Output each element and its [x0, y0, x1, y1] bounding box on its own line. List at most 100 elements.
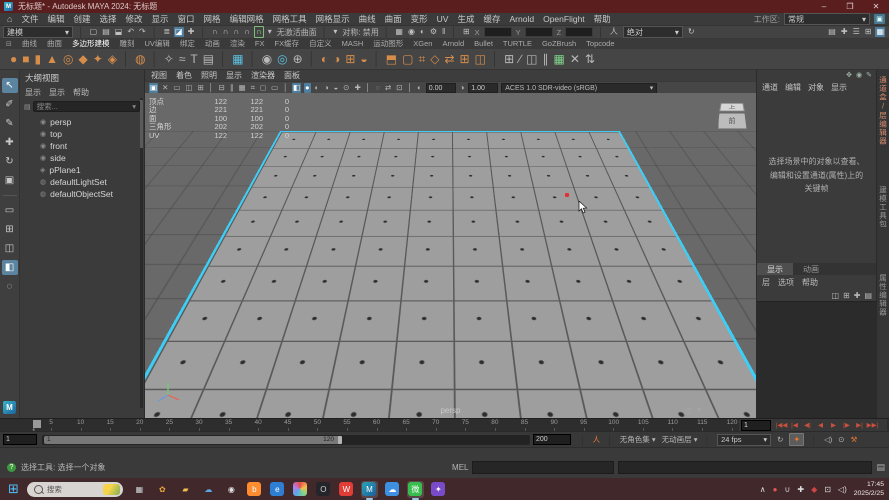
snap-arrow-icon[interactable]: ▾: [267, 27, 273, 37]
layer-editor-menu-item[interactable]: 帮助: [802, 277, 818, 288]
separator[interactable]: │: [407, 83, 414, 93]
taskbar-search[interactable]: 搜索: [27, 482, 123, 497]
animation-start-field[interactable]: 1: [3, 434, 37, 445]
outliner-toggle-icon[interactable]: ⊞: [864, 27, 873, 37]
playhead[interactable]: [33, 420, 41, 428]
shelf-tab[interactable]: 绑定: [180, 38, 195, 49]
taskbar-app[interactable]: O: [315, 481, 332, 498]
poly-platonic-icon[interactable]: ◈: [108, 50, 117, 68]
select-tool[interactable]: ↖: [2, 78, 18, 93]
poly-cylinder-icon[interactable]: ▮: [35, 50, 42, 68]
render-view-icon[interactable]: ▦: [394, 27, 404, 37]
snap-to-projected-center-icon[interactable]: ∩: [243, 27, 251, 37]
grease-pencil-icon[interactable]: ⊡: [395, 83, 403, 93]
shelf-tab[interactable]: Topcode: [586, 39, 614, 48]
taskbar-app[interactable]: M: [361, 481, 378, 498]
tray-display-icon[interactable]: ⊡: [824, 485, 831, 494]
mirror-icon[interactable]: ◫: [475, 50, 486, 68]
move-tool[interactable]: ✚: [2, 135, 18, 150]
go-to-start-button[interactable]: |◀◀: [775, 420, 788, 431]
menu-item[interactable]: 生成: [457, 13, 474, 25]
step-forward-key-button[interactable]: |▶: [840, 420, 853, 431]
separator[interactable]: │: [373, 50, 381, 68]
layer-editor-tab[interactable]: 显示: [757, 263, 793, 275]
character-set-icon[interactable]: 人: [593, 434, 601, 445]
playback-range-bar[interactable]: 1 120: [44, 436, 342, 444]
tray-expand-icon[interactable]: ∧: [760, 485, 766, 494]
poly-disc-icon[interactable]: ✦: [93, 50, 103, 68]
play-forward-button[interactable]: ▶: [827, 420, 840, 431]
offset-edge-loop-icon[interactable]: ∥: [542, 50, 548, 68]
tray-mic-icon[interactable]: ∪: [785, 485, 791, 494]
viewport-menu-item[interactable]: 显示: [226, 70, 242, 81]
close-button[interactable]: ✕: [863, 2, 889, 11]
channel-box-toggle-icon[interactable]: ☰: [852, 27, 861, 37]
separator[interactable]: │: [249, 50, 257, 68]
mel-label[interactable]: MEL: [452, 463, 468, 472]
bridge-icon[interactable]: ⇄: [444, 50, 454, 68]
poly-cone-icon[interactable]: ▲: [46, 50, 58, 68]
render-current-frame-icon[interactable]: ◉: [407, 27, 416, 37]
taskbar-app[interactable]: ✿: [154, 481, 171, 498]
separator[interactable]: │: [282, 83, 289, 93]
view-cube-front-face[interactable]: 前: [718, 113, 747, 129]
fps-dropdown[interactable]: 24 fps▾: [717, 434, 771, 446]
curves-icon[interactable]: ≈: [179, 50, 186, 68]
anim-layer-dropdown[interactable]: 无动画层 ▾: [662, 434, 698, 445]
layer-list[interactable]: [757, 301, 876, 418]
character-set-dropdown[interactable]: 无角色集 ▾: [620, 434, 656, 445]
gamma-icon[interactable]: ◑: [459, 83, 466, 93]
shelf-tab[interactable]: UV编辑: [145, 38, 170, 49]
menu-item[interactable]: 曲线: [359, 13, 376, 25]
motion-blur-icon[interactable]: ✚: [353, 83, 361, 93]
film-gate-icon[interactable]: ⊟: [218, 83, 226, 93]
select-component-icon[interactable]: ✚: [187, 27, 196, 37]
outliner-scrollbar[interactable]: [140, 98, 143, 408]
taskbar-app[interactable]: e: [269, 481, 286, 498]
menu-item[interactable]: 文件: [21, 13, 38, 25]
safe-action-icon[interactable]: ◻: [259, 83, 267, 93]
outliner-item[interactable]: ◍ defaultLightSet: [20, 176, 144, 188]
menu-item[interactable]: 选择: [99, 13, 116, 25]
play-backwards-button[interactable]: ◀: [814, 420, 827, 431]
taskbar-app[interactable]: b: [246, 481, 263, 498]
snap-to-grid-icon[interactable]: ∩: [211, 27, 219, 37]
menu-item[interactable]: 修改: [126, 13, 143, 25]
view-cube[interactable]: 上 前: [715, 100, 749, 129]
tab-channel-box[interactable]: 通道盒/层编辑器: [878, 76, 889, 146]
paint-effects-icon[interactable]: ◐: [321, 50, 328, 68]
ao-icon[interactable]: ⊙: [342, 83, 350, 93]
channel-box-menu-item[interactable]: 编辑: [785, 82, 801, 93]
select-object-icon[interactable]: ◪: [174, 27, 184, 37]
colorspace-dropdown[interactable]: ACES 1.0 SDR-video (sRGB) ▾: [501, 83, 657, 94]
shelf-tab[interactable]: 曲线: [22, 38, 37, 49]
redo-icon[interactable]: ↷: [138, 27, 147, 37]
shelf-tab[interactable]: 多边形建模: [72, 38, 110, 49]
animation-preferences-icon[interactable]: ⚒: [851, 435, 858, 444]
camera-rig-icon[interactable]: ⊕: [293, 50, 303, 68]
quad-draw-active-icon[interactable]: ▦: [553, 50, 564, 68]
auto-key-button[interactable]: ✦: [789, 433, 804, 446]
lights-icon[interactable]: ◑: [323, 83, 330, 93]
bevel-icon[interactable]: ◇: [430, 50, 439, 68]
shelf-tab[interactable]: FX缓存: [275, 38, 300, 49]
field-chart-icon[interactable]: ⌗: [250, 83, 256, 93]
poly-sphere-icon[interactable]: ●: [10, 50, 17, 68]
viewport-menu-item[interactable]: 渲染器: [251, 70, 275, 81]
menu-item[interactable]: 编辑网格: [230, 13, 264, 25]
attribute-editor-toggle-icon[interactable]: ▤: [827, 27, 837, 37]
lasso-tool[interactable]: ✐: [2, 97, 18, 112]
poly-plane-icon[interactable]: ◆: [78, 50, 87, 68]
taskbar-app[interactable]: ▰: [177, 481, 194, 498]
shelf-tab[interactable]: 动画: [205, 38, 220, 49]
uv-sets-icon[interactable]: ◒: [360, 50, 367, 68]
mash-network-icon[interactable]: ▦: [232, 50, 243, 68]
menu-item[interactable]: 变形: [411, 13, 428, 25]
four-pane-layout-button[interactable]: ⊞: [2, 222, 18, 237]
zoom-layout-button[interactable]: ◌: [2, 279, 18, 294]
layer-editor-tab[interactable]: 动画: [793, 263, 829, 275]
color-sets-icon[interactable]: ⊞: [345, 50, 355, 68]
layer-editor-menu-item[interactable]: 层: [762, 277, 770, 288]
undo-icon[interactable]: ↶: [126, 27, 135, 37]
poly-cube-icon[interactable]: ■: [22, 50, 29, 68]
